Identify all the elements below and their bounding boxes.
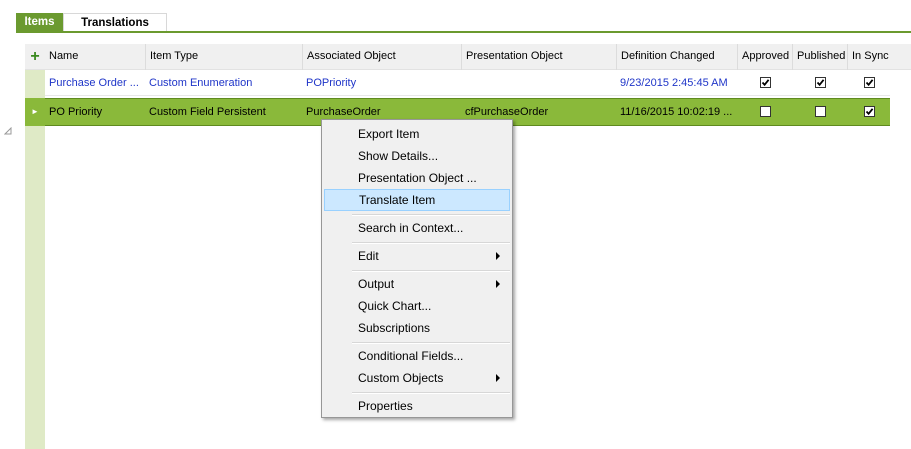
tab-translations[interactable]: Translations xyxy=(63,13,167,31)
selected-row-indicator: ► xyxy=(25,98,45,126)
menu-item-subscriptions[interactable]: Subscriptions xyxy=(324,317,510,339)
menu-item-presentation-object[interactable]: Presentation Object ... xyxy=(324,167,510,189)
tab-strip: Items Translations xyxy=(16,13,911,34)
resize-grip-icon[interactable] xyxy=(3,126,12,135)
submenu-arrow-icon xyxy=(496,374,500,382)
cell-item-type[interactable]: Custom Field Persistent xyxy=(145,99,302,125)
published-checkbox[interactable] xyxy=(815,106,826,117)
cell-definition-changed[interactable]: 9/23/2015 2:45:45 AM xyxy=(616,70,737,95)
add-row-button[interactable]: + xyxy=(25,44,45,70)
cell-name[interactable]: PO Priority xyxy=(45,99,145,125)
tab-items[interactable]: Items xyxy=(16,13,63,31)
menu-item-output[interactable]: Output xyxy=(324,273,510,295)
col-header-name[interactable]: Name xyxy=(45,44,145,70)
context-menu: Export Item Show Details... Presentation… xyxy=(321,119,513,418)
col-header-associated-object[interactable]: Associated Object xyxy=(302,44,461,70)
menu-item-edit[interactable]: Edit xyxy=(324,245,510,267)
menu-item-custom-objects[interactable]: Custom Objects xyxy=(324,367,510,389)
cell-name[interactable]: Purchase Order ... xyxy=(45,70,145,95)
submenu-arrow-icon xyxy=(496,280,500,288)
menu-item-conditional-fields[interactable]: Conditional Fields... xyxy=(324,345,510,367)
menu-item-properties[interactable]: Properties xyxy=(324,395,510,417)
col-header-definition-changed[interactable]: Definition Changed xyxy=(616,44,737,70)
table-row[interactable]: Purchase Order ... Custom Enumeration PO… xyxy=(45,70,890,96)
approved-checkbox[interactable] xyxy=(760,106,771,117)
menu-item-quick-chart[interactable]: Quick Chart... xyxy=(324,295,510,317)
cell-definition-changed[interactable]: 11/16/2015 10:02:19 ... xyxy=(616,99,737,125)
menu-item-search-in-context[interactable]: Search in Context... xyxy=(324,217,510,239)
cell-presentation-object[interactable] xyxy=(461,70,616,95)
menu-item-edit-label: Edit xyxy=(358,249,379,263)
menu-separator xyxy=(352,392,510,394)
menu-separator xyxy=(352,242,510,244)
menu-item-show-details[interactable]: Show Details... xyxy=(324,145,510,167)
menu-item-translate-item[interactable]: Translate Item xyxy=(324,189,510,211)
grid-header: + Name Item Type Associated Object Prese… xyxy=(25,44,911,70)
col-header-approved[interactable]: Approved xyxy=(737,44,792,70)
cell-associated-object[interactable]: POPriority xyxy=(302,70,461,95)
tab-underline xyxy=(16,31,911,33)
col-header-published[interactable]: Published xyxy=(792,44,847,70)
menu-separator xyxy=(352,270,510,272)
in-sync-checkbox[interactable] xyxy=(864,77,875,88)
col-header-in-sync[interactable]: In Sync xyxy=(847,44,911,70)
menu-separator xyxy=(352,342,510,344)
menu-separator xyxy=(352,214,510,216)
published-checkbox[interactable] xyxy=(815,77,826,88)
menu-item-export-item[interactable]: Export Item xyxy=(324,123,510,145)
approved-checkbox[interactable] xyxy=(760,77,771,88)
menu-item-custom-objects-label: Custom Objects xyxy=(358,371,444,385)
col-header-presentation-object[interactable]: Presentation Object xyxy=(461,44,616,70)
submenu-arrow-icon xyxy=(496,252,500,260)
col-header-item-type[interactable]: Item Type xyxy=(145,44,302,70)
menu-item-output-label: Output xyxy=(358,277,395,291)
cell-item-type[interactable]: Custom Enumeration xyxy=(145,70,302,95)
in-sync-checkbox[interactable] xyxy=(864,106,875,117)
